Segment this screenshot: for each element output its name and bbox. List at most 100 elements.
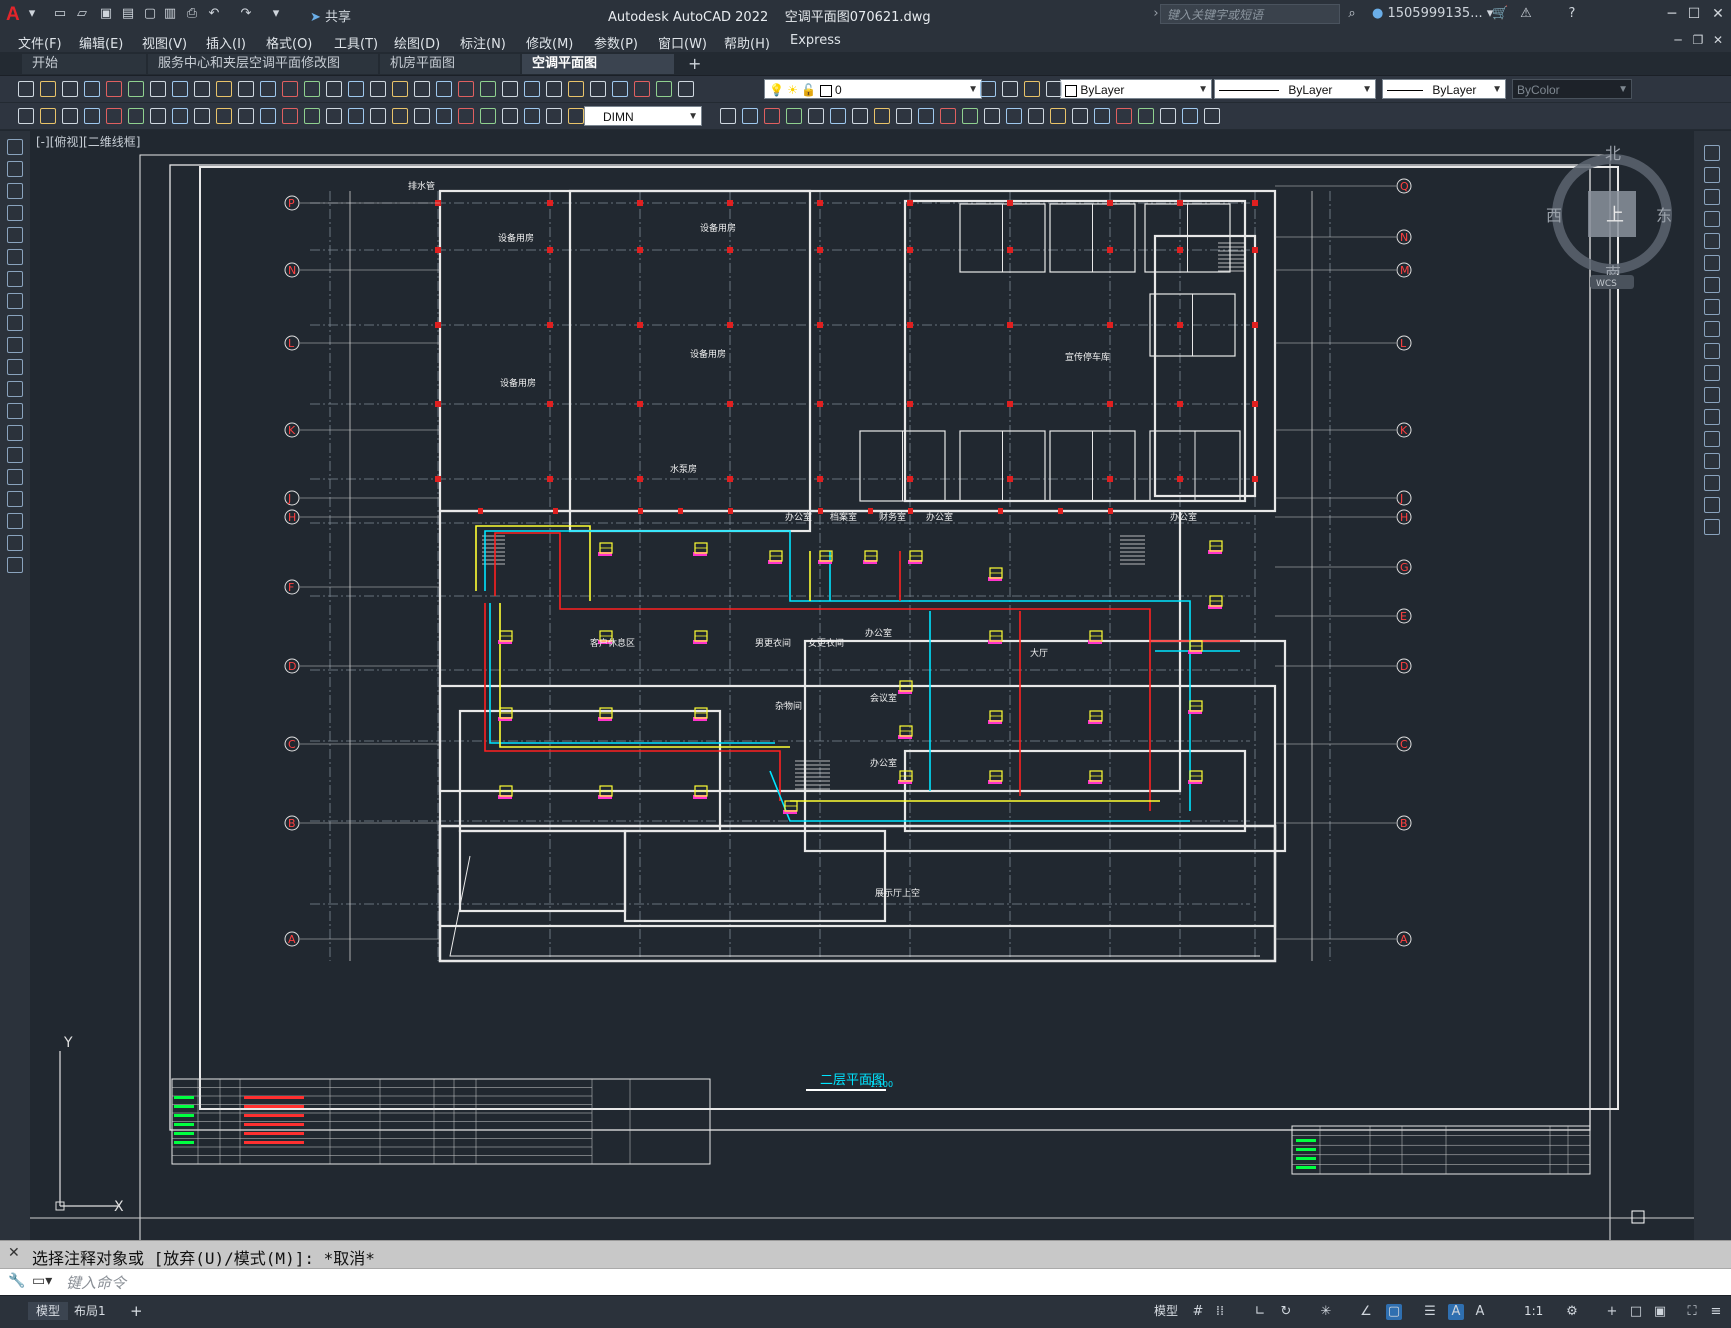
maximize-window-button[interactable]: ☐ (1682, 4, 1706, 24)
annotation-visibility-icon[interactable]: A (1448, 1304, 1464, 1320)
toolbar-tool-icon[interactable] (84, 81, 100, 97)
tab-service-center[interactable]: 服务中心和夹层空调平面修改图0709✕ (148, 54, 378, 91)
palette-tool-icon[interactable] (1704, 211, 1720, 227)
toolbar-tool-icon[interactable] (1046, 81, 1062, 97)
viewcube-wcs-label[interactable]: WCS (1596, 279, 1617, 289)
toolbar-tool-icon[interactable] (940, 108, 956, 124)
palette-tool-icon[interactable] (7, 183, 23, 199)
open-web-icon[interactable]: ▢ (142, 6, 158, 22)
toolbar-tool-icon[interactable] (370, 108, 386, 124)
palette-tool-icon[interactable] (1704, 387, 1720, 403)
palette-tool-icon[interactable] (1704, 145, 1720, 161)
drawing-canvas[interactable]: [-][俯视][二维线框] PNLKJHFDCBAQNMLKJHGEDCBA 设… (30, 131, 1694, 1246)
palette-tool-icon[interactable] (1704, 431, 1720, 447)
palette-tool-icon[interactable] (1704, 299, 1720, 315)
toolbar-tool-icon[interactable] (546, 108, 562, 124)
tab-hvac-plan[interactable]: 空调平面图070621*✕ (522, 54, 674, 91)
redo-icon[interactable]: ↷ (238, 6, 254, 22)
viewcube-top-label[interactable]: 上 (1606, 205, 1624, 226)
snap-icon[interactable]: ⁞⁞ (1212, 1304, 1228, 1320)
toolbar-tool-icon[interactable] (678, 81, 694, 97)
search-icon[interactable]: ⌕ (1344, 6, 1360, 22)
toolbar-tool-icon[interactable] (1072, 108, 1088, 124)
toolbar-tool-icon[interactable] (502, 81, 518, 97)
share-button[interactable]: ➤ 共享 (310, 6, 351, 25)
toolbar-tool-icon[interactable] (216, 81, 232, 97)
toolbar-tool-icon[interactable] (304, 81, 320, 97)
tab-model[interactable]: 模型 (28, 1302, 69, 1320)
menu-tools[interactable]: 工具(T) (334, 33, 378, 52)
new-tab-icon[interactable]: + (678, 54, 711, 74)
save-icon[interactable]: ▣ (98, 6, 114, 22)
units-icon[interactable]: □ (1628, 1304, 1644, 1320)
recent-commands-icon[interactable]: ▭▾ (32, 1273, 52, 1289)
palette-tool-icon[interactable] (7, 271, 23, 287)
toolbar-tool-icon[interactable] (656, 81, 672, 97)
toolbar-tool-icon[interactable] (62, 81, 78, 97)
toolbar-tool-icon[interactable] (392, 108, 408, 124)
toolbar-tool-icon[interactable] (40, 81, 56, 97)
toolbar-tool-icon[interactable] (216, 108, 232, 124)
toolbar-tool-icon[interactable] (1028, 108, 1044, 124)
toolbar-tool-icon[interactable] (1006, 108, 1022, 124)
palette-tool-icon[interactable] (1704, 233, 1720, 249)
toolbar-tool-icon[interactable] (1138, 108, 1154, 124)
doc-close-button[interactable]: ✕ (1706, 30, 1730, 50)
plot-icon[interactable]: ⎙ (184, 6, 200, 22)
palette-tool-icon[interactable] (1704, 255, 1720, 271)
toolbar-tool-icon[interactable] (634, 81, 650, 97)
menu-insert[interactable]: 插入(I) (206, 33, 246, 52)
ortho-icon[interactable]: ∟ (1252, 1304, 1268, 1320)
toolbar-tool-icon[interactable] (1116, 108, 1132, 124)
palette-tool-icon[interactable] (7, 425, 23, 441)
toolbar-tool-icon[interactable] (106, 81, 122, 97)
autodesk-app-icon[interactable]: ⚠ (1518, 6, 1534, 22)
clean-screen-icon[interactable]: ⛶ (1684, 1304, 1700, 1320)
toolbar-tool-icon[interactable] (808, 108, 824, 124)
grid-icon[interactable]: # (1190, 1304, 1206, 1320)
toolbar-tool-icon[interactable] (612, 81, 628, 97)
toolbar-tool-icon[interactable] (62, 108, 78, 124)
toolbar-tool-icon[interactable] (546, 81, 562, 97)
toolbar-tool-icon[interactable] (984, 108, 1000, 124)
toolbar-tool-icon[interactable] (326, 108, 342, 124)
viewcube-east-label[interactable]: 东 (1656, 206, 1672, 225)
toolbar-tool-icon[interactable] (742, 108, 758, 124)
menu-dimension[interactable]: 标注(N) (460, 33, 506, 52)
toolbar-tool-icon[interactable] (480, 81, 496, 97)
toolbar-tool-icon[interactable] (392, 81, 408, 97)
toolbar-tool-icon[interactable] (436, 108, 452, 124)
new-icon[interactable]: ▭ (52, 6, 68, 22)
toolbar-tool-icon[interactable] (524, 81, 540, 97)
lineweight-dropdown[interactable]: ByLayer ▼ (1382, 79, 1506, 99)
toolbar-tool-icon[interactable] (502, 108, 518, 124)
undo-icon[interactable]: ↶ (206, 6, 222, 22)
toolbar-tool-icon[interactable] (568, 108, 584, 124)
toolbar-tool-icon[interactable] (918, 108, 934, 124)
toolbar-tool-icon[interactable] (1002, 81, 1018, 97)
toolbar-tool-icon[interactable] (106, 108, 122, 124)
toolbar-tool-icon[interactable] (172, 81, 188, 97)
toolbar-tool-icon[interactable] (172, 108, 188, 124)
menu-format[interactable]: 格式(O) (266, 33, 312, 52)
palette-tool-icon[interactable] (1704, 453, 1720, 469)
toolbar-tool-icon[interactable] (40, 108, 56, 124)
workspace-gear-icon[interactable]: ⚙ (1564, 1304, 1580, 1320)
palette-tool-icon[interactable] (1704, 277, 1720, 293)
menu-help[interactable]: 帮助(H) (724, 33, 770, 52)
palette-tool-icon[interactable] (7, 403, 23, 419)
plotstyle-dropdown[interactable]: ByColor ▼ (1512, 79, 1632, 99)
search-input[interactable]: 键入关键字或短语 (1160, 4, 1340, 24)
toolbar-tool-icon[interactable] (524, 108, 540, 124)
palette-tool-icon[interactable] (7, 535, 23, 551)
menu-draw[interactable]: 绘图(D) (394, 33, 440, 52)
tab-start[interactable]: 开始 (22, 54, 146, 74)
palette-tool-icon[interactable] (7, 249, 23, 265)
palette-tool-icon[interactable] (7, 139, 23, 155)
color-dropdown[interactable]: ByLayer ▼ (1060, 79, 1212, 99)
palette-tool-icon[interactable] (1704, 189, 1720, 205)
toolbar-tool-icon[interactable] (1024, 81, 1040, 97)
palette-tool-icon[interactable] (7, 381, 23, 397)
palette-tool-icon[interactable] (7, 293, 23, 309)
layer-dropdown[interactable]: 💡 ☀ 🔓 0 ▼ (764, 79, 982, 99)
